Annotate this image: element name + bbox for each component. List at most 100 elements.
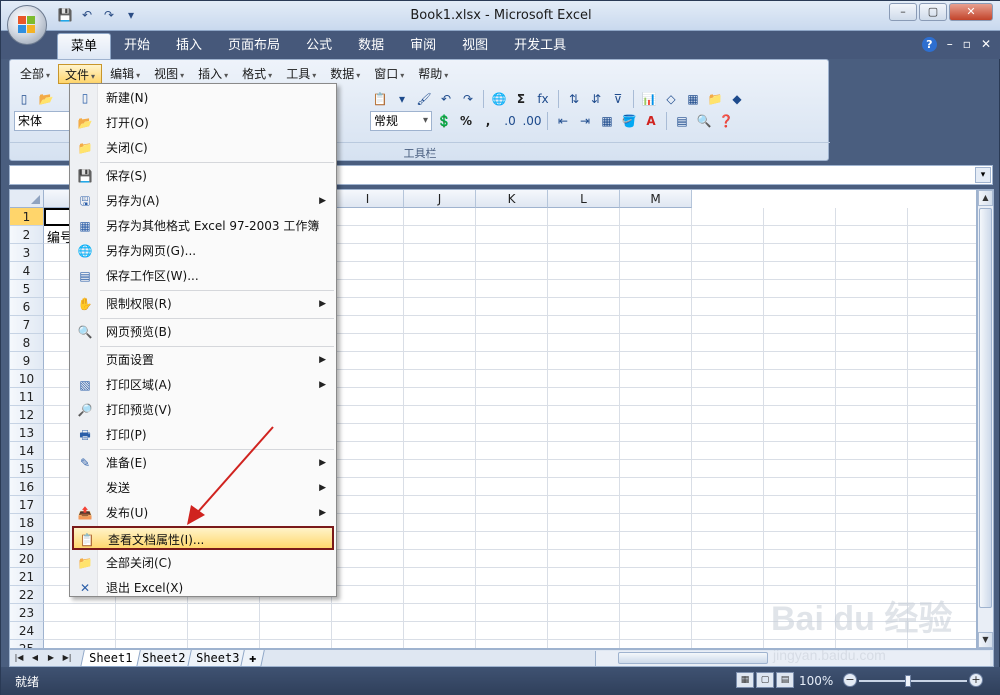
row-header[interactable]: 17 bbox=[10, 496, 44, 514]
row-header[interactable]: 7 bbox=[10, 316, 44, 334]
row-header[interactable]: 12 bbox=[10, 406, 44, 424]
zoom-out-icon[interactable]: − bbox=[843, 673, 857, 687]
file-menu-item[interactable]: 发送 ▶ bbox=[72, 476, 334, 500]
ribbon-tab[interactable]: 页面布局 bbox=[215, 33, 293, 59]
chart-icon[interactable]: 📊 bbox=[639, 89, 659, 109]
currency-icon[interactable]: 💲 bbox=[434, 111, 454, 131]
number-format-select[interactable]: 常规 bbox=[370, 111, 432, 131]
column-header[interactable]: I bbox=[332, 190, 404, 208]
paste-options-icon[interactable]: ▾ bbox=[392, 89, 412, 109]
column-header[interactable]: L bbox=[548, 190, 620, 208]
row-header[interactable]: 25 bbox=[10, 640, 44, 648]
ribbon-restore-button[interactable]: ▫ bbox=[963, 37, 971, 52]
menubar-item[interactable]: 帮助 ▾ bbox=[412, 64, 454, 84]
minimize-button[interactable]: – bbox=[889, 3, 917, 21]
menubar-item[interactable]: 视图 ▾ bbox=[148, 64, 190, 84]
file-menu-item[interactable]: 📤 发布(U) ▶ bbox=[72, 501, 334, 525]
row-header[interactable]: 8 bbox=[10, 334, 44, 352]
sort-asc-icon[interactable]: ⇅ bbox=[564, 89, 584, 109]
row-header[interactable]: 13 bbox=[10, 424, 44, 442]
row-header[interactable]: 10 bbox=[10, 370, 44, 388]
file-menu-item[interactable]: 🌐 另存为网页(G)... bbox=[72, 239, 334, 263]
file-menu-item[interactable]: 📂 打开(O) bbox=[72, 111, 334, 135]
select-all-corner[interactable] bbox=[10, 190, 44, 208]
diamond-icon[interactable]: ◆ bbox=[727, 89, 747, 109]
file-menu-item[interactable]: 📁 全部关闭(C) bbox=[72, 551, 334, 575]
ribbon-minimize-button[interactable]: – bbox=[947, 37, 953, 52]
scroll-up-icon[interactable]: ▲ bbox=[978, 190, 993, 206]
row-header[interactable]: 18 bbox=[10, 514, 44, 532]
file-menu-item[interactable]: 💾 保存(S) bbox=[72, 164, 334, 188]
last-sheet-icon[interactable]: ▶| bbox=[60, 651, 74, 665]
ribbon-tab[interactable]: 数据 bbox=[345, 33, 397, 59]
ribbon-close-button[interactable]: ✕ bbox=[981, 37, 991, 52]
paste-icon[interactable]: 📋 bbox=[370, 89, 390, 109]
row-header[interactable]: 24 bbox=[10, 622, 44, 640]
sheet-tab[interactable]: Sheet3 bbox=[186, 650, 248, 667]
normal-view-icon[interactable]: ▦ bbox=[736, 672, 754, 688]
menubar-item[interactable]: 窗口 ▾ bbox=[368, 64, 410, 84]
folder-icon[interactable]: 📁 bbox=[705, 89, 725, 109]
row-header[interactable]: 21 bbox=[10, 568, 44, 586]
office-button[interactable] bbox=[7, 5, 47, 45]
sort-desc-icon[interactable]: ⇵ bbox=[586, 89, 606, 109]
drawing-icon[interactable]: ◇ bbox=[661, 89, 681, 109]
column-header[interactable]: J bbox=[404, 190, 476, 208]
row-header[interactable]: 3 bbox=[10, 244, 44, 262]
column-header[interactable]: K bbox=[476, 190, 548, 208]
file-menu-item[interactable]: 🔎 打印预览(V) bbox=[72, 398, 334, 422]
file-menu-item[interactable]: 🖫 另存为(A) ▶ bbox=[72, 189, 334, 213]
ribbon-tab[interactable]: 插入 bbox=[163, 33, 215, 59]
ribbon-tab[interactable]: 公式 bbox=[293, 33, 345, 59]
menubar-item[interactable]: 工具 ▾ bbox=[280, 64, 322, 84]
row-header[interactable]: 9 bbox=[10, 352, 44, 370]
file-menu-item[interactable]: 页面设置 ▶ bbox=[72, 348, 334, 372]
ribbon-tab[interactable]: 开始 bbox=[111, 33, 163, 59]
row-header[interactable]: 1 bbox=[10, 208, 44, 226]
ribbon-tab[interactable]: 视图 bbox=[449, 33, 501, 59]
row-header[interactable]: 19 bbox=[10, 532, 44, 550]
increase-decimal-icon[interactable]: .0 bbox=[500, 111, 520, 131]
file-menu-item[interactable]: 📁 关闭(C) bbox=[72, 136, 334, 160]
column-header[interactable]: M bbox=[620, 190, 692, 208]
new-icon[interactable]: ▯ bbox=[14, 89, 34, 109]
zoom-slider[interactable]: − + bbox=[843, 672, 983, 690]
ribbon-tab[interactable]: 开发工具 bbox=[501, 33, 579, 59]
open-icon[interactable]: 📂 bbox=[36, 89, 56, 109]
sheet-tab[interactable]: Sheet2 bbox=[133, 650, 195, 667]
autosum-icon[interactable]: Σ bbox=[511, 89, 531, 109]
file-menu-item[interactable]: ✕ 退出 Excel(X) bbox=[72, 576, 334, 600]
function-icon[interactable]: fx bbox=[533, 89, 553, 109]
restore-button[interactable]: ▢ bbox=[919, 3, 947, 21]
fill-color-icon[interactable]: 🪣 bbox=[619, 111, 639, 131]
row-header[interactable]: 15 bbox=[10, 460, 44, 478]
table-icon[interactable]: ▦ bbox=[683, 89, 703, 109]
vertical-scroll-thumb[interactable] bbox=[979, 208, 992, 608]
row-header[interactable]: 14 bbox=[10, 442, 44, 460]
menubar-item[interactable]: 数据 ▾ bbox=[324, 64, 366, 84]
file-menu-item[interactable]: ▯ 新建(N) bbox=[72, 86, 334, 110]
row-header[interactable]: 22 bbox=[10, 586, 44, 604]
file-menu-item[interactable]: ✎ 准备(E) ▶ bbox=[72, 451, 334, 475]
insert-sheet-icon[interactable]: ✚ bbox=[240, 650, 266, 667]
row-header[interactable]: 2 bbox=[10, 226, 44, 244]
format-painter-icon[interactable]: 🖌 bbox=[414, 89, 434, 109]
horizontal-scroll-thumb[interactable] bbox=[618, 652, 768, 664]
close-button[interactable]: ✕ bbox=[949, 3, 993, 21]
file-menu-item[interactable]: ▦ 另存为其他格式 Excel 97-2003 工作簿 bbox=[72, 214, 334, 238]
file-menu-item[interactable]: 🔍 网页预览(B) bbox=[72, 320, 334, 344]
zoom-in-icon[interactable]: + bbox=[969, 673, 983, 687]
zoom-icon[interactable]: 🔍 bbox=[694, 111, 714, 131]
help-icon[interactable]: ? bbox=[921, 37, 937, 52]
hyperlink-icon[interactable]: 🌐 bbox=[489, 89, 509, 109]
row-header[interactable]: 20 bbox=[10, 550, 44, 568]
row-header[interactable]: 23 bbox=[10, 604, 44, 622]
file-menu-item[interactable]: ▤ 保存工作区(W)... bbox=[72, 264, 334, 288]
ribbon-tab[interactable]: 菜单 bbox=[57, 33, 112, 59]
file-menu-item[interactable]: ✋ 限制权限(R) ▶ bbox=[72, 292, 334, 316]
font-name-box[interactable]: 宋体 bbox=[14, 111, 72, 131]
cell-style-icon[interactable]: ▤ bbox=[672, 111, 692, 131]
menubar-item[interactable]: 全部 ▾ bbox=[14, 64, 56, 84]
decrease-decimal-icon[interactable]: .00 bbox=[522, 111, 542, 131]
menubar-item[interactable]: 编辑 ▾ bbox=[104, 64, 146, 84]
